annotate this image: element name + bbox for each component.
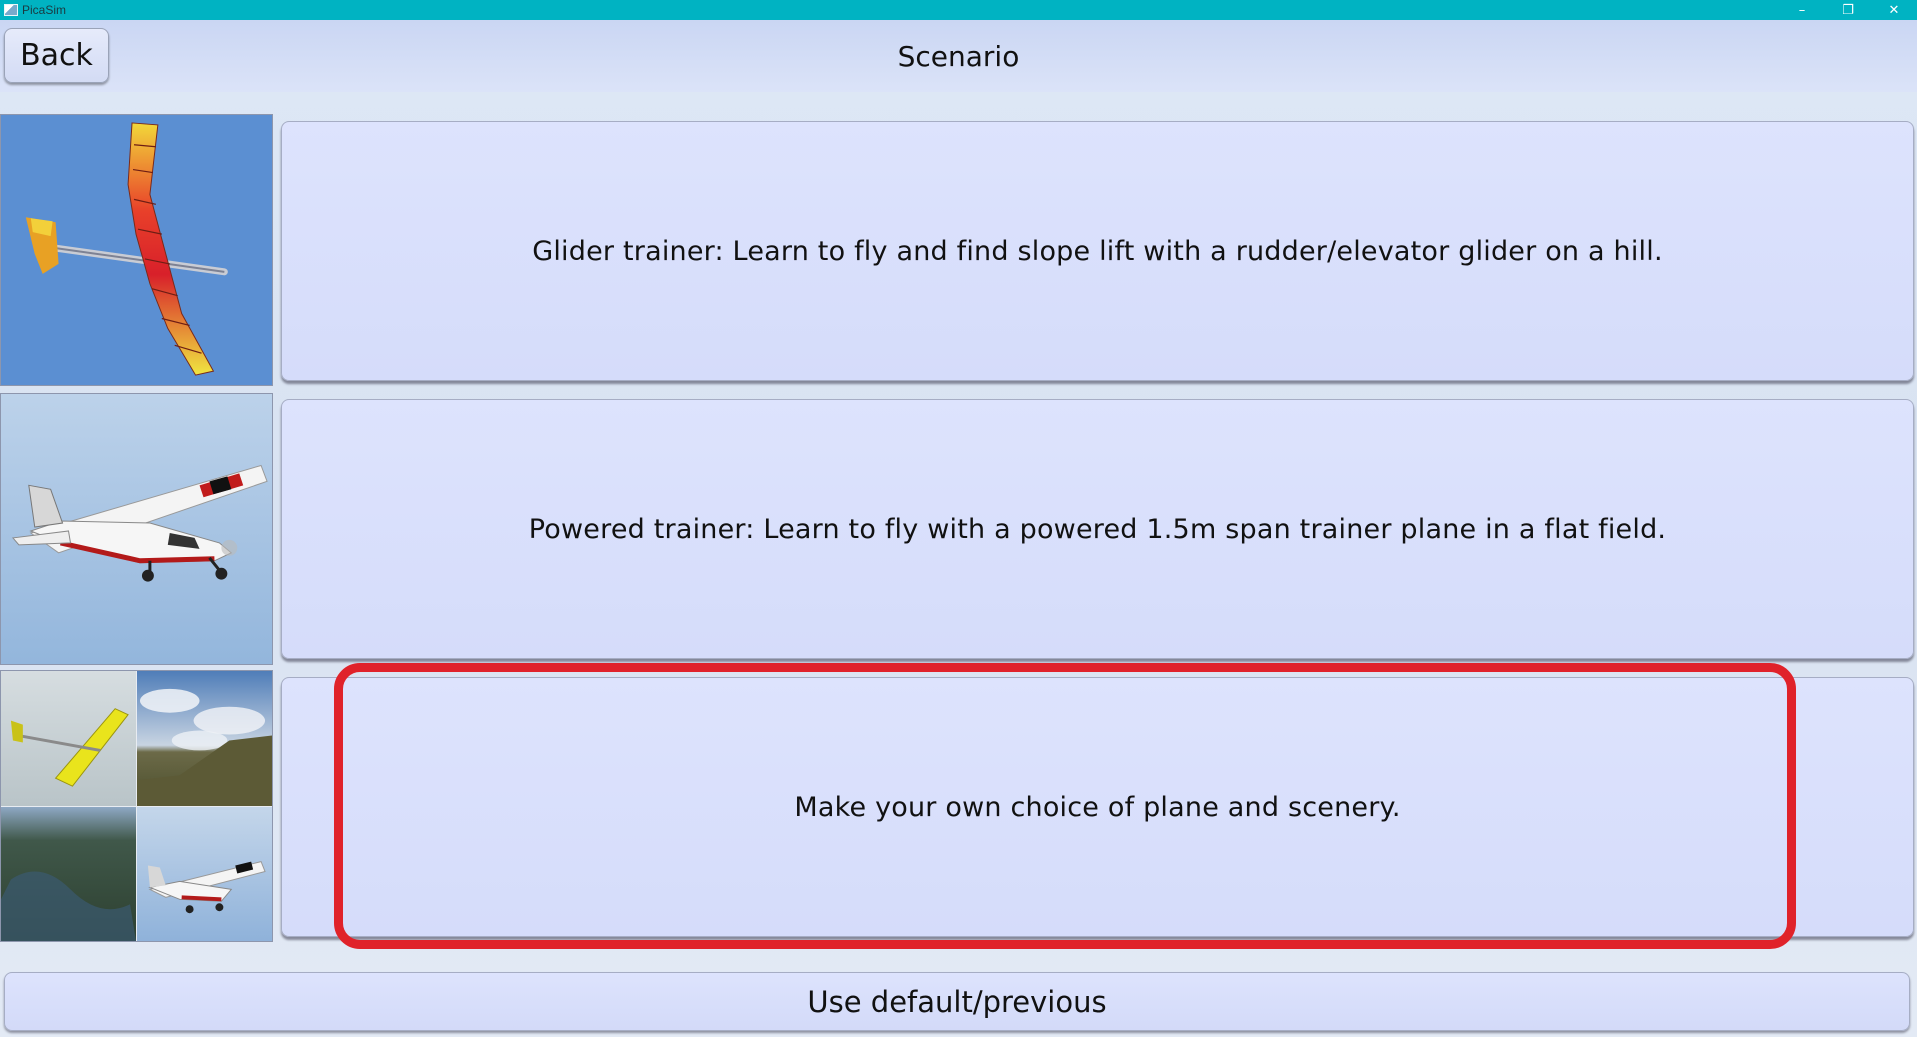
scenario-custom-choice-button[interactable]: Make your own choice of plane and scener… bbox=[281, 677, 1914, 937]
close-icon[interactable]: ✕ bbox=[1871, 0, 1917, 20]
maximize-icon[interactable]: ❐ bbox=[1825, 0, 1871, 20]
minimize-icon[interactable]: – bbox=[1779, 0, 1825, 20]
scenario-glider-trainer-button[interactable]: Glider trainer: Learn to fly and find sl… bbox=[281, 121, 1914, 381]
window-titlebar: PicaSim – ❐ ✕ bbox=[0, 0, 1917, 20]
glider-plane-image bbox=[1, 115, 272, 385]
use-default-button[interactable]: Use default/previous bbox=[4, 972, 1910, 1031]
page-title: Scenario bbox=[897, 39, 1020, 73]
app-icon bbox=[4, 4, 18, 16]
custom-thumbnail[interactable] bbox=[0, 670, 273, 942]
back-button[interactable]: Back bbox=[4, 28, 109, 83]
powered-thumbnail[interactable] bbox=[0, 393, 273, 665]
scenario-powered-trainer-button[interactable]: Powered trainer: Learn to fly with a pow… bbox=[281, 399, 1914, 659]
header-bar: Scenario Back bbox=[0, 20, 1917, 92]
plane-scenery-collage-image bbox=[1, 671, 272, 941]
powered-plane-image bbox=[1, 394, 272, 664]
glider-thumbnail[interactable] bbox=[0, 114, 273, 386]
window-title: PicaSim bbox=[22, 3, 67, 17]
